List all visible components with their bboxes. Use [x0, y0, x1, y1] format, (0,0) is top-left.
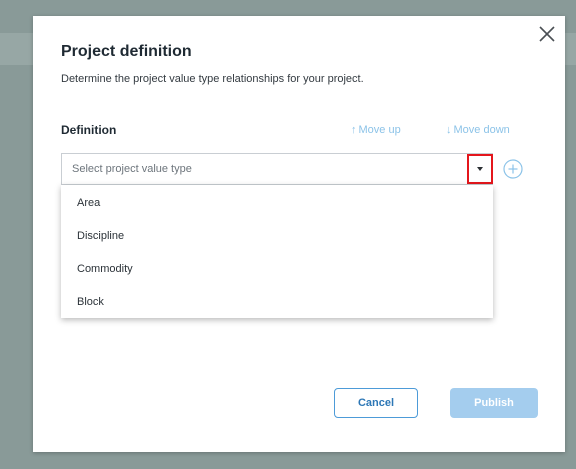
move-up-button[interactable]: ↑ Move up	[351, 124, 401, 136]
dropdown-option-discipline[interactable]: Discipline	[77, 230, 124, 242]
dropdown-toggle-button[interactable]	[467, 154, 493, 184]
caret-down-icon	[477, 167, 483, 171]
cancel-button[interactable]: Cancel	[334, 388, 418, 418]
dialog-description: Determine the project value type relatio…	[61, 73, 364, 85]
project-value-type-select[interactable]: Select project value type	[61, 153, 493, 185]
add-value-type-button[interactable]	[502, 158, 524, 180]
dropdown-option-block[interactable]: Block	[77, 296, 104, 308]
project-definition-dialog: Project definition Determine the project…	[33, 16, 565, 452]
dropdown-menu: Area Discipline Commodity Block	[61, 185, 493, 318]
definition-label: Definition	[61, 123, 117, 137]
publish-button[interactable]: Publish	[450, 388, 538, 418]
move-up-label: Move up	[358, 124, 401, 136]
move-down-label: Move down	[453, 124, 510, 136]
close-icon	[539, 26, 555, 42]
close-button[interactable]	[537, 24, 557, 44]
select-placeholder: Select project value type	[72, 163, 192, 175]
arrow-down-icon: ↓	[446, 124, 452, 136]
dialog-title: Project definition	[61, 43, 192, 60]
arrow-up-icon: ↑	[351, 124, 357, 136]
plus-circle-icon	[503, 159, 523, 179]
dropdown-option-commodity[interactable]: Commodity	[77, 263, 133, 275]
move-down-button[interactable]: ↓ Move down	[446, 124, 510, 136]
dropdown-option-area[interactable]: Area	[77, 197, 100, 209]
